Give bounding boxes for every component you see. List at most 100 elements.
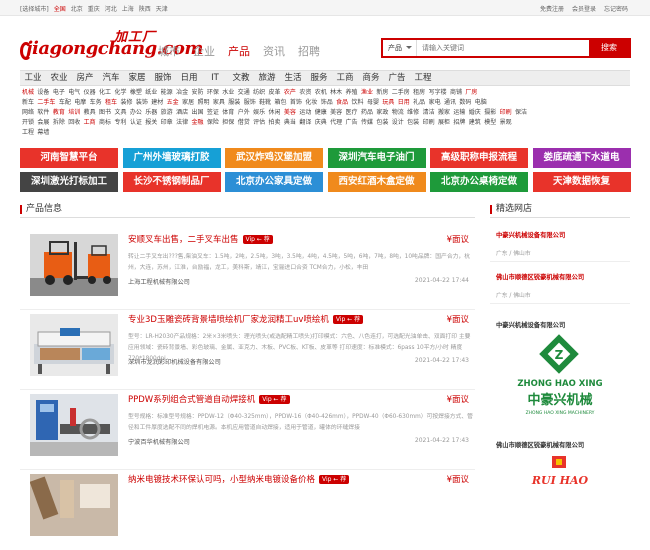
channel-jobs[interactable]: 招聘 xyxy=(298,43,320,59)
shop-name[interactable]: 佛山市顺德区锐豪机械有限公司 xyxy=(490,272,630,281)
tag-link[interactable]: 农产 xyxy=(284,88,296,98)
tag-link[interactable]: 广告 xyxy=(346,118,358,128)
tag-link[interactable]: 机械 xyxy=(22,88,34,98)
select-city-link[interactable]: [选择城市] xyxy=(20,4,49,13)
ad-banner[interactable]: 河南智慧平台 xyxy=(20,148,118,168)
tag-link[interactable]: 包装 xyxy=(407,118,419,128)
tag-link[interactable]: 典当 xyxy=(284,118,296,128)
tag-link[interactable]: 拆除 xyxy=(53,118,65,128)
tag-link[interactable]: 开锁 xyxy=(22,118,34,128)
tag-link[interactable]: 美容 xyxy=(284,108,296,118)
tag-link[interactable]: 专利 xyxy=(114,118,126,128)
tag-link[interactable]: 报关 xyxy=(145,118,157,128)
tag-link[interactable]: 农资 xyxy=(299,88,311,98)
tag-link[interactable]: 工程 xyxy=(22,128,34,138)
tag-link[interactable]: 电气 xyxy=(68,88,80,98)
tag-link[interactable]: 保险 xyxy=(207,118,219,128)
tag-link[interactable]: 金融 xyxy=(191,118,203,128)
tag-link[interactable]: 药品 xyxy=(361,108,373,118)
tag-link[interactable]: 化妆 xyxy=(305,98,317,108)
tag-link[interactable]: 办公 xyxy=(130,108,142,118)
product-item[interactable]: PPDW系列组合式管道自动焊接机 Vip ← 荐 ¥面议 型号规格：标准型号规格：… xyxy=(20,390,475,470)
tag-link[interactable]: 旅游 xyxy=(161,108,173,118)
nav-item[interactable]: 工程 xyxy=(410,71,436,85)
tag-link[interactable]: 二手车 xyxy=(37,98,55,108)
tag-link[interactable]: 渔业 xyxy=(361,88,373,98)
tag-link[interactable]: 交通 xyxy=(238,88,250,98)
tag-link[interactable]: 物流 xyxy=(392,108,404,118)
tag-link[interactable]: 会展 xyxy=(37,118,49,128)
tag-link[interactable]: 认证 xyxy=(130,118,142,128)
tag-link[interactable]: 能源 xyxy=(161,88,173,98)
tag-link[interactable]: 电脑 xyxy=(475,98,487,108)
login-link[interactable]: 会员登录 xyxy=(572,4,596,13)
city-link[interactable]: 天津 xyxy=(156,4,168,13)
tag-link[interactable]: 户外 xyxy=(238,108,250,118)
tag-link[interactable]: 传媒 xyxy=(361,118,373,128)
tag-link[interactable]: 食品 xyxy=(336,98,348,108)
tag-link[interactable]: 教育 xyxy=(53,108,65,118)
tag-link[interactable]: 家具 xyxy=(213,98,225,108)
tag-link[interactable]: 饰品 xyxy=(321,98,333,108)
channel-city[interactable]: 城市 xyxy=(158,43,180,59)
nav-item[interactable]: 商务 xyxy=(358,71,384,85)
channel-product[interactable]: 产品 xyxy=(228,43,250,59)
tag-link[interactable]: 代理 xyxy=(330,118,342,128)
product-item[interactable]: 安顺叉车出售，二手叉车出售 Vip ← 荐 ¥面议 转让二手叉车出???售,柴油叉… xyxy=(20,230,475,310)
tag-link[interactable]: 首饰 xyxy=(290,98,302,108)
tag-link[interactable]: 安防 xyxy=(191,88,203,98)
tag-link[interactable]: 橡塑 xyxy=(130,88,142,98)
ad-banner[interactable]: 广州外墙玻璃打胶 xyxy=(122,148,221,168)
tag-link[interactable]: 纸业 xyxy=(145,88,157,98)
ad-banner[interactable]: 娄底疏通下水道电 xyxy=(532,148,631,168)
tag-link[interactable]: 乐器 xyxy=(145,108,157,118)
ad-banner[interactable]: 武汉炸鸡汉堡加盟 xyxy=(225,148,323,168)
tag-link[interactable]: 电摩 xyxy=(74,98,86,108)
tag-link[interactable]: 化工 xyxy=(99,88,111,98)
tag-link[interactable]: 新车 xyxy=(22,98,34,108)
tag-link[interactable]: 车配 xyxy=(59,98,71,108)
tag-link[interactable]: 装饰 xyxy=(136,98,148,108)
tag-link[interactable]: 家电 xyxy=(429,98,441,108)
product-item[interactable]: 纳米电镀技术环保认可吗，小型纳米电镀设备价格 Vip ← 荐 ¥面议 xyxy=(20,470,475,550)
tag-link[interactable]: 养殖 xyxy=(346,88,358,98)
tag-link[interactable]: 饮料 xyxy=(352,98,364,108)
nav-item[interactable]: 服务 xyxy=(306,71,332,85)
site-logo[interactable]: jiagongchang.com 加工厂 xyxy=(20,26,203,60)
tag-link[interactable]: 新房 xyxy=(376,88,388,98)
tag-link[interactable]: 娱乐 xyxy=(253,108,265,118)
tag-link[interactable]: 印章 xyxy=(161,118,173,128)
tag-link[interactable]: 软件 xyxy=(37,108,49,118)
tag-link[interactable]: 租房 xyxy=(413,88,425,98)
nav-item[interactable]: 生活 xyxy=(280,71,306,85)
tag-link[interactable]: 印刷 xyxy=(423,118,435,128)
tag-link[interactable]: 化学 xyxy=(114,88,126,98)
city-link[interactable]: 重庆 xyxy=(88,4,100,13)
tag-link[interactable]: 租车 xyxy=(105,98,117,108)
nav-item[interactable]: 房产 xyxy=(72,71,98,85)
tag-link[interactable]: 运动 xyxy=(299,108,311,118)
city-link[interactable]: 河北 xyxy=(105,4,117,13)
tag-link[interactable]: 图书 xyxy=(99,108,111,118)
shop-name[interactable]: 佛山市顺德区锐豪机械有限公司 xyxy=(490,440,630,449)
tag-link[interactable]: 维修 xyxy=(407,108,419,118)
nav-item[interactable]: 日用 xyxy=(176,71,202,85)
tag-link[interactable]: 林木 xyxy=(330,88,342,98)
city-link[interactable]: 陕西 xyxy=(139,4,151,13)
nav-item[interactable]: 广告 xyxy=(384,71,410,85)
tag-link[interactable]: 水业 xyxy=(222,88,234,98)
tag-link[interactable]: 仪器 xyxy=(84,88,96,98)
featured-shop[interactable]: 中豪兴机械设备有限公司 Z ZHONG HAO XING 中豪兴机械 ZHONG… xyxy=(490,320,630,430)
tag-link[interactable]: 车务 xyxy=(90,98,102,108)
tag-link[interactable]: 鞋靴 xyxy=(259,98,271,108)
tag-link[interactable]: 装修 xyxy=(120,98,132,108)
tag-link[interactable]: 包装 xyxy=(376,118,388,128)
tag-link[interactable]: 体育 xyxy=(222,108,234,118)
nav-item[interactable]: 旅游 xyxy=(254,71,280,85)
product-title[interactable]: 专业3D玉雕瓷砖背景墙喷绘机厂家龙润精工uv喷绘机 xyxy=(128,313,329,325)
shop-item[interactable]: 中豪兴机械设备有限公司 广东 / 佛山市 xyxy=(490,230,630,262)
tag-link[interactable]: 美容 xyxy=(330,108,342,118)
tag-link[interactable]: 玩具 xyxy=(382,98,394,108)
tag-link[interactable]: 摄影 xyxy=(484,108,496,118)
tag-link[interactable]: 酒店 xyxy=(176,108,188,118)
